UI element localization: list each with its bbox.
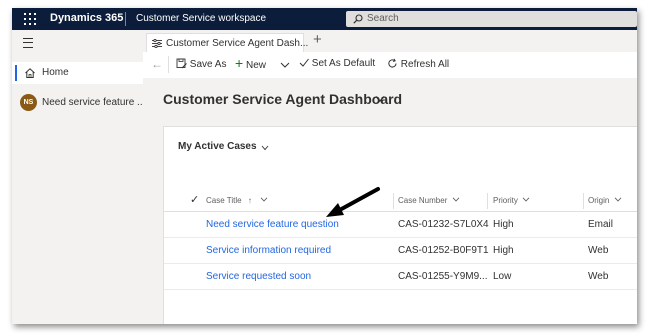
tab-dashboard[interactable]: Customer Service Agent Dash... [146, 33, 308, 53]
case-title-link[interactable]: Service requested soon [206, 271, 311, 282]
refresh-all-button[interactable]: Refresh All [387, 58, 449, 70]
column-divider[interactable] [487, 193, 488, 209]
column-header-priority[interactable]: Priority [493, 196, 530, 205]
home-icon [25, 68, 35, 78]
case-number-cell: CAS-01232-S7L0X4 [398, 219, 489, 230]
chevron-down-icon [452, 197, 459, 202]
case-number-cell: CAS-01255-Y9M9... [398, 271, 488, 282]
sidebar-item-label: Home [42, 67, 69, 78]
tab-label: Customer Service Agent Dash... [166, 38, 309, 49]
app-window: Dynamics 365 Customer Service workspace … [12, 8, 637, 324]
selected-indicator [15, 65, 17, 81]
column-divider[interactable] [393, 193, 394, 209]
refresh-icon [388, 58, 397, 68]
column-header-origin[interactable]: Origin [588, 196, 622, 205]
origin-cell: Email [588, 219, 614, 230]
topbar-divider [125, 12, 126, 26]
column-label: Priority [493, 196, 518, 205]
brand-name[interactable]: Dynamics 365 [50, 12, 123, 24]
case-title-link[interactable]: Need service feature question [206, 219, 339, 230]
chevron-down-icon [260, 197, 268, 202]
checkmark-icon [299, 58, 309, 67]
new-chevron-down-icon[interactable] [280, 62, 290, 68]
column-header-case-title[interactable]: Case Title ↑ [206, 196, 268, 205]
table-row[interactable]: Need service feature question CAS-01232-… [164, 212, 637, 238]
select-all-checkmark-icon[interactable]: ✓ [190, 193, 199, 206]
avatar: NS [20, 94, 37, 111]
new-button[interactable]: + New [235, 55, 266, 71]
case-title-link[interactable]: Service information required [206, 245, 331, 256]
command-divider [168, 56, 169, 73]
app-title[interactable]: Customer Service workspace [136, 13, 266, 24]
annotation-arrow-icon [326, 187, 380, 217]
save-as-label: Save As [189, 59, 227, 70]
column-label: Case Number [398, 196, 448, 205]
column-label: Case Title [206, 196, 242, 205]
view-chevron-down-icon[interactable] [261, 145, 269, 151]
new-label: New [245, 60, 266, 71]
waffle-icon[interactable] [24, 13, 36, 25]
new-tab-button[interactable]: + [313, 31, 322, 48]
save-as-button[interactable]: Save As [176, 58, 226, 70]
sidebar-item-home[interactable]: Home [12, 62, 143, 84]
column-label: Origin [588, 196, 610, 205]
refresh-all-label: Refresh All [400, 59, 450, 70]
view-selector-label[interactable]: My Active Cases [178, 141, 257, 152]
sidebar-item-session[interactable]: NS Need service feature ... [12, 90, 146, 114]
chevron-down-icon [614, 197, 621, 202]
search-placeholder: Search [367, 13, 399, 24]
priority-cell: Low [493, 271, 512, 282]
grid-header: ✓ Case Title ↑ Case Number Priority Orig… [164, 189, 637, 212]
case-number-cell: CAS-01252-B0F9T1 [398, 245, 489, 256]
search-icon [353, 14, 363, 24]
chevron-down-icon[interactable] [375, 95, 385, 103]
dashboard-area: Customer Service Agent Dashboard My Acti… [143, 78, 637, 324]
origin-cell: Web [588, 245, 609, 256]
priority-cell: High [493, 219, 514, 230]
tab-strip: Customer Service Agent Dash... + [143, 30, 637, 53]
column-divider[interactable] [583, 193, 584, 209]
chevron-down-icon [522, 197, 530, 202]
origin-cell: Web [588, 271, 609, 282]
cases-view-card: My Active Cases ✓ Case Title ↑ Case Numb… [163, 126, 637, 324]
back-arrow-icon[interactable]: ← [151, 57, 163, 71]
column-header-case-number[interactable]: Case Number [398, 196, 460, 205]
table-row[interactable]: Service information required CAS-01252-B… [164, 238, 637, 264]
table-row[interactable]: Service requested soon CAS-01255-Y9M9...… [164, 264, 637, 290]
set-as-default-button[interactable]: Set As Default [299, 58, 375, 69]
dashboard-icon [152, 39, 162, 48]
command-bar: ← Save As + New Set As Default Refresh A… [143, 52, 637, 79]
priority-cell: High [493, 245, 514, 256]
top-navigation-bar: Dynamics 365 Customer Service workspace … [12, 8, 637, 30]
set-as-default-label: Set As Default [311, 58, 376, 69]
sidebar-item-label: Need service feature ... [42, 97, 146, 108]
search-box[interactable]: Search [346, 11, 637, 27]
save-as-icon [176, 58, 187, 69]
add-icon: + [235, 55, 244, 71]
sort-ascending-icon: ↑ [247, 196, 252, 205]
sitemap-sidebar: Home NS Need service feature ... [12, 30, 146, 324]
hamburger-menu-icon[interactable] [23, 38, 33, 48]
page-title: Customer Service Agent Dashboard [163, 91, 403, 107]
